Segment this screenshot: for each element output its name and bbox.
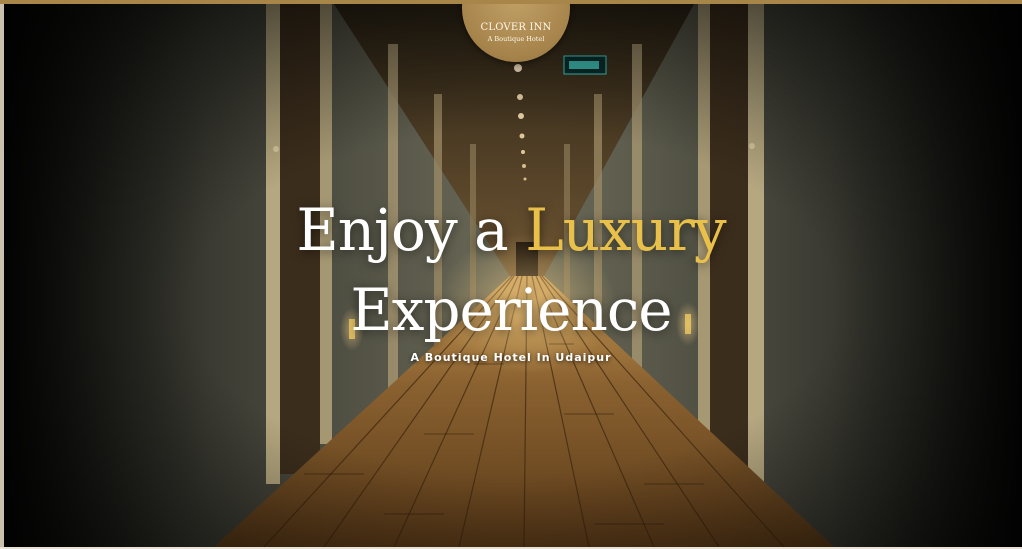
- headline-line-1: Enjoy a Luxury: [0, 190, 1022, 270]
- top-accent-bar: [0, 0, 1022, 4]
- hero-headline: Enjoy a Luxury Experience: [0, 190, 1022, 350]
- headline-accent-word: Luxury: [525, 196, 726, 264]
- left-page-edge: [0, 0, 4, 549]
- logo-tagline: A Boutique Hotel: [487, 35, 545, 43]
- headline-text: Enjoy a: [296, 196, 526, 264]
- headline-line-2: Experience: [350, 276, 672, 344]
- hero-subtitle: A Boutique Hotel In Udaipur: [410, 351, 612, 364]
- logo-name: CLOVER INN: [480, 22, 552, 33]
